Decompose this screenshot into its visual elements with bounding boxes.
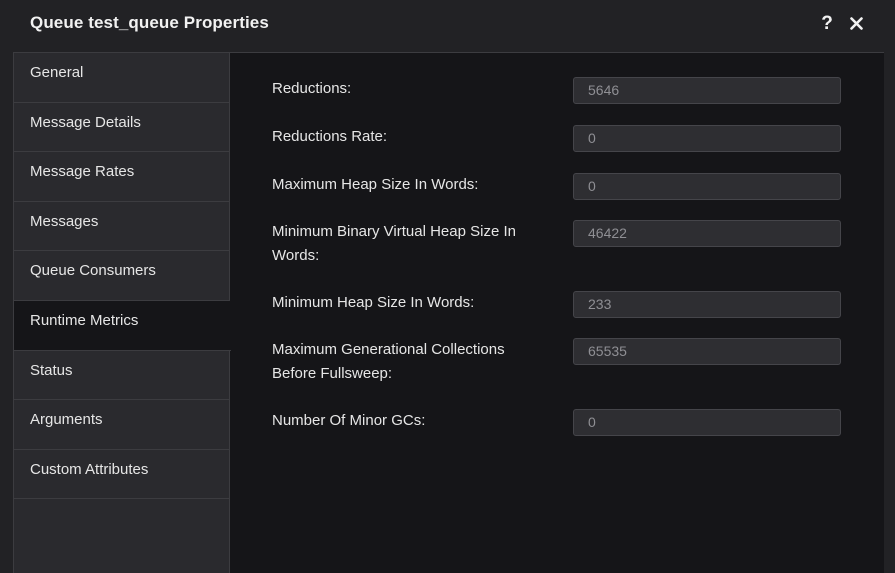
sidebar-item-message-details[interactable]: Message Details	[14, 102, 229, 153]
sidebar-item-label: Queue Consumers	[30, 262, 156, 280]
sidebar-item-message-rates[interactable]: Message Rates	[14, 152, 229, 202]
metric-label: Reductions:	[272, 80, 352, 97]
metric-label: Number Of Minor GCs:	[272, 412, 426, 429]
sidebar-item-label: Messages	[30, 212, 99, 230]
sidebar-item-label: Custom Attributes	[30, 460, 149, 478]
metric-label: Minimum Heap Size In Words:	[272, 294, 475, 311]
sidebar-item-label: Message Details	[30, 113, 141, 131]
sidebar-item-messages[interactable]: Messages	[14, 201, 229, 252]
title-bar: Queue test_queue Properties ?	[0, 0, 895, 52]
sidebar-item-label: General	[30, 64, 84, 81]
min-heap-size-field[interactable]: 233	[573, 291, 841, 318]
metric-label: Minimum Binary Virtual Heap Size In Word…	[272, 223, 516, 264]
sidebar-item-arguments[interactable]: Arguments	[14, 400, 229, 450]
dialog-title: Queue test_queue Properties	[30, 13, 269, 32]
sidebar-item-label: Status	[30, 361, 73, 379]
close-icon	[849, 17, 863, 30]
sidebar-item-runtime-metrics[interactable]: Runtime Metrics	[14, 300, 231, 351]
fullsweep-after-field[interactable]: 65535	[573, 338, 841, 365]
metric-label: Reductions Rate:	[272, 128, 388, 145]
min-bin-vheap-size-field[interactable]: 46422	[573, 220, 841, 247]
close-button[interactable]	[845, 12, 867, 36]
metric-label: Maximum Heap Size In Words:	[272, 176, 479, 193]
properties-panel: General Message Details Message Rates Me…	[13, 52, 884, 573]
sidebar-item-custom-attributes[interactable]: Custom Attributes	[14, 449, 229, 500]
sidebar-item-label: Message Rates	[30, 163, 135, 181]
help-button[interactable]: ?	[817, 12, 837, 36]
sidebar-item-status[interactable]: Status	[14, 350, 229, 401]
reductions-field[interactable]: 5646	[573, 77, 841, 104]
runtime-metrics-content: Reductions: 5646 Reductions Rate: 0 Maxi…	[231, 53, 884, 573]
sidebar-nav: General Message Details Message Rates Me…	[14, 53, 231, 573]
sidebar-item-label: Runtime Metrics	[30, 311, 139, 329]
sidebar-item-label: Arguments	[30, 411, 103, 429]
max-heap-size-field[interactable]: 0	[573, 173, 841, 200]
reductions-rate-field[interactable]: 0	[573, 125, 841, 152]
metric-label: Maximum Generational Collections Before …	[272, 341, 505, 382]
minor-gcs-field[interactable]: 0	[573, 409, 841, 436]
sidebar-item-queue-consumers[interactable]: Queue Consumers	[14, 251, 229, 301]
sidebar-item-general[interactable]: General	[14, 53, 229, 103]
